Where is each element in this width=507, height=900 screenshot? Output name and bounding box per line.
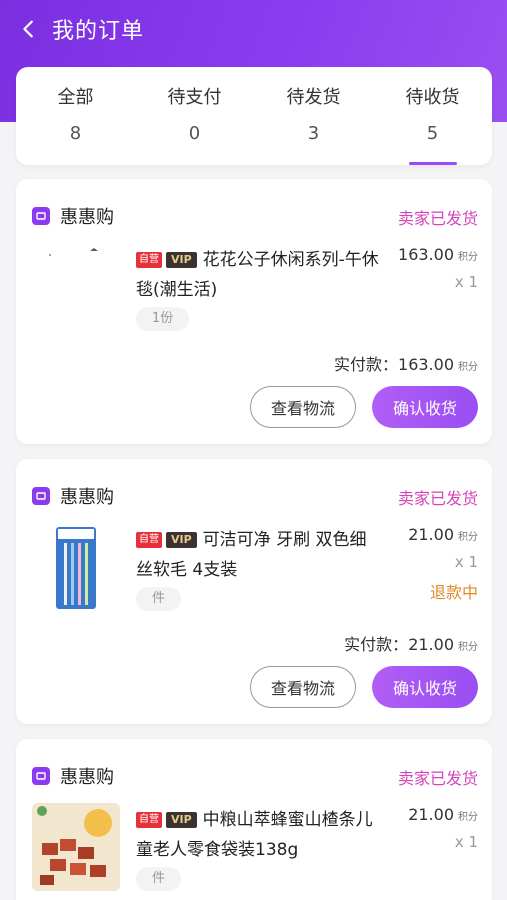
shop-name: 惠惠购 — [60, 487, 114, 508]
tab-pending-payment[interactable]: 待支付 0 — [135, 67, 254, 165]
shop-logo-icon — [32, 487, 50, 505]
paid-prefix: 实付款： — [334, 355, 399, 374]
chevron-left-icon — [23, 20, 33, 38]
tab-label: 待支付 — [167, 87, 222, 108]
price-value: 21.00 — [408, 525, 454, 544]
active-tab-indicator — [408, 162, 457, 165]
spec-tag: 件 — [136, 587, 182, 611]
points-unit: 积分 — [458, 532, 478, 543]
tab-count: 5 — [426, 123, 439, 144]
price-value: 21.00 — [408, 805, 454, 824]
self-operated-badge: 自营 — [136, 812, 162, 828]
tab-label: 待发货 — [286, 87, 341, 108]
points-unit: 积分 — [458, 252, 478, 263]
points-unit: 积分 — [458, 812, 478, 823]
spec-tag: 件 — [136, 867, 182, 891]
order-card: 惠惠购 卖家已发货 自营 VIP 中粮山萃蜂蜜山楂条儿童老人零食袋装138g 件 2… — [16, 739, 492, 900]
product-image[interactable] — [32, 803, 120, 891]
product-image[interactable] — [32, 243, 120, 331]
vip-badge: VIP — [166, 532, 197, 548]
tab-count: 8 — [69, 123, 82, 144]
shop-row[interactable]: 惠惠购 — [32, 483, 114, 509]
order-status: 卖家已发货 — [397, 489, 478, 508]
page-title: 我的订单 — [52, 19, 145, 44]
tab-all[interactable]: 全部 8 — [16, 67, 135, 165]
shop-logo-icon — [32, 767, 50, 785]
quantity: x 1 — [454, 833, 478, 851]
shop-row[interactable]: 惠惠购 — [32, 203, 114, 229]
shop-name: 惠惠购 — [60, 767, 114, 788]
paid-amount: 实付款：21.00 积分 — [344, 631, 478, 655]
shop-row[interactable]: 惠惠购 — [32, 763, 114, 789]
price: 163.00 积分 — [398, 245, 478, 264]
paid-amount: 实付款：163.00 积分 — [334, 351, 478, 375]
vip-badge: VIP — [166, 252, 197, 268]
track-shipment-button[interactable]: 查看物流 — [250, 666, 356, 708]
product-title[interactable]: 自营 VIP 中粮山萃蜂蜜山楂条儿童老人零食袋装138g — [136, 805, 381, 865]
product-image[interactable] — [32, 523, 120, 611]
self-operated-badge: 自营 — [136, 532, 162, 548]
paid-value: 21.00 — [408, 635, 454, 654]
track-shipment-button[interactable]: 查看物流 — [250, 386, 356, 428]
paid-value: 163.00 — [398, 355, 454, 374]
self-operated-badge: 自营 — [136, 252, 162, 268]
tab-pending-receipt[interactable]: 待收货 5 — [373, 67, 492, 165]
back-button[interactable] — [0, 0, 58, 58]
product-title[interactable]: 自营 VIP 可洁可净 牙刷 双色细丝软毛 4支装 — [136, 525, 381, 585]
order-status: 卖家已发货 — [397, 769, 478, 788]
tab-label: 待收货 — [405, 87, 460, 108]
confirm-receipt-button[interactable]: 确认收货 — [372, 666, 478, 708]
price: 21.00 积分 — [408, 805, 478, 824]
refund-status: 退款中 — [429, 583, 478, 602]
order-card: 惠惠购 卖家已发货 自营 VIP 可洁可净 牙刷 双色细丝软毛 4支装 件 21.0… — [16, 459, 492, 724]
tab-label: 全部 — [57, 87, 94, 108]
price: 21.00 积分 — [408, 525, 478, 544]
quantity: x 1 — [454, 553, 478, 571]
price-value: 163.00 — [398, 245, 454, 264]
vip-badge: VIP — [166, 812, 197, 828]
shop-name: 惠惠购 — [60, 207, 114, 228]
paid-prefix: 实付款： — [344, 635, 409, 654]
order-status: 卖家已发货 — [397, 209, 478, 228]
nav-bar: 我的订单 — [0, 0, 507, 58]
tab-pending-shipment[interactable]: 待发货 3 — [254, 67, 373, 165]
quantity: x 1 — [454, 273, 478, 291]
product-title[interactable]: 自营 VIP 花花公子休闲系列-午休毯(潮生活) — [136, 245, 381, 305]
points-unit: 积分 — [458, 642, 478, 653]
order-card: 惠惠购 卖家已发货 自营 VIP 花花公子休闲系列-午休毯(潮生活) 1份 163.… — [16, 179, 492, 444]
shop-logo-icon — [32, 207, 50, 225]
tab-count: 3 — [307, 123, 320, 144]
spec-tag: 1份 — [136, 307, 190, 331]
tab-count: 0 — [188, 123, 201, 144]
points-unit: 积分 — [458, 362, 478, 373]
confirm-receipt-button[interactable]: 确认收货 — [372, 386, 478, 428]
order-tabs: 全部 8 待支付 0 待发货 3 待收货 5 — [16, 67, 492, 165]
